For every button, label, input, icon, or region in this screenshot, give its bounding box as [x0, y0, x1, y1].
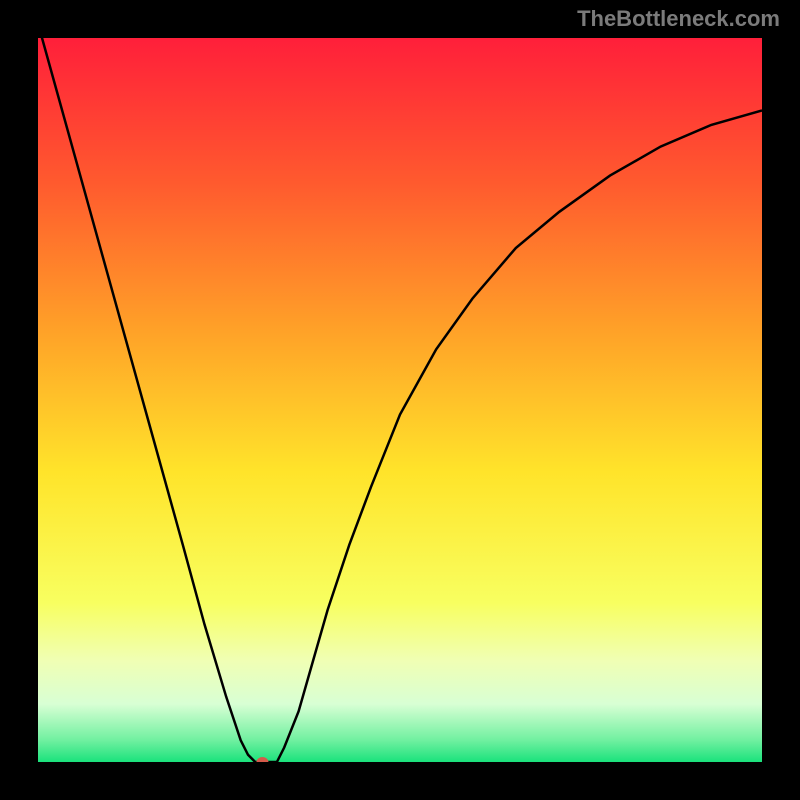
chart-svg — [38, 38, 762, 762]
chart-plot-area — [38, 38, 762, 762]
chart-frame: TheBottleneck.com — [0, 0, 800, 800]
gradient-background — [38, 38, 762, 762]
watermark-text: TheBottleneck.com — [577, 6, 780, 32]
